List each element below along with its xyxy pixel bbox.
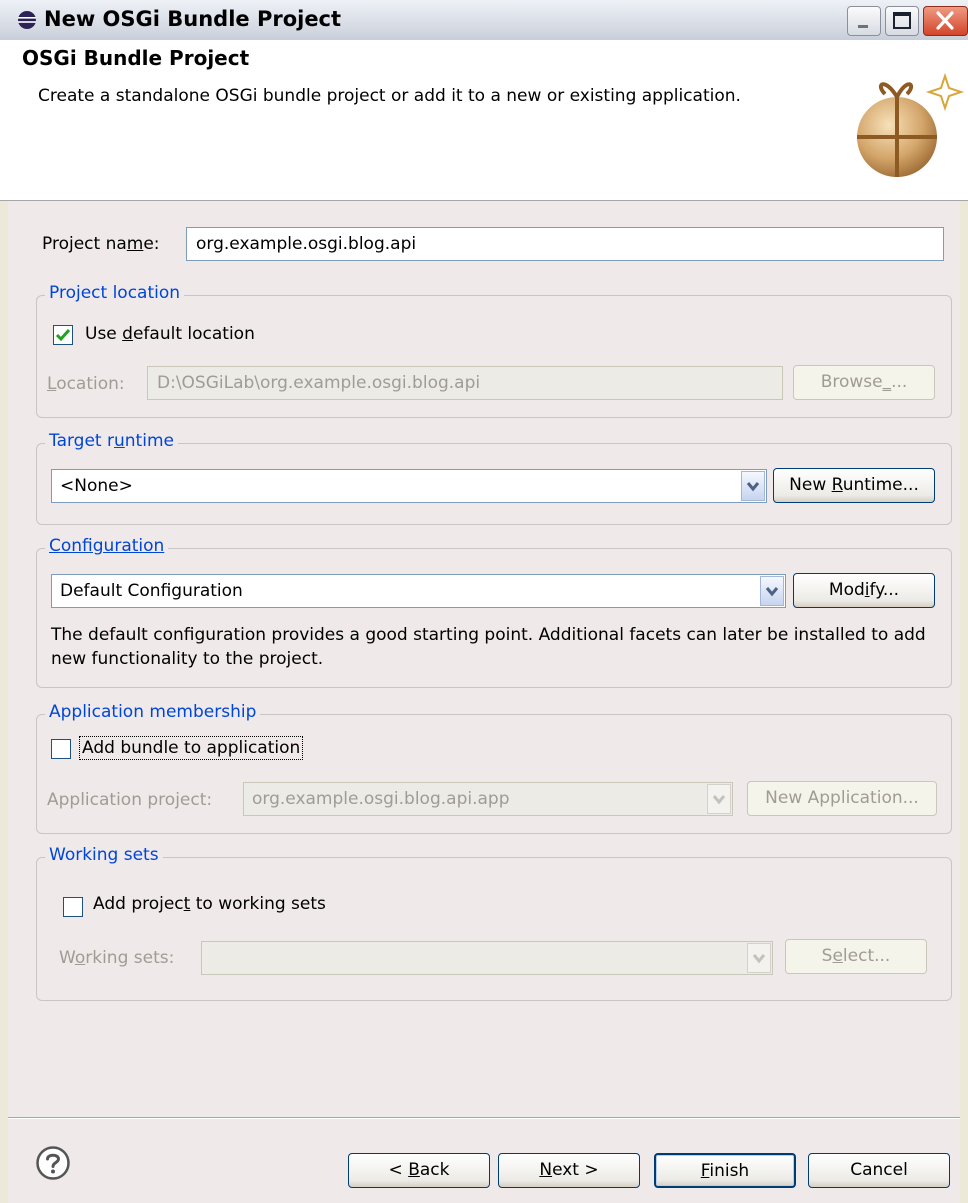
configuration-legend[interactable]: Configuration (45, 536, 169, 556)
maximize-icon (893, 12, 911, 29)
application-membership-group: Application membership Add bundle to app… (36, 702, 952, 834)
use-default-location-label[interactable]: Use default location (85, 324, 255, 344)
window-title: New OSGi Bundle Project (44, 7, 342, 31)
checkmark-icon (55, 329, 71, 342)
dropdown-arrow[interactable] (741, 471, 765, 501)
cancel-button[interactable]: Cancel (808, 1153, 950, 1188)
location-label: Location: (47, 374, 125, 394)
maximize-button[interactable] (885, 6, 919, 36)
browse-button[interactable]: Browse_... (793, 365, 935, 400)
add-bundle-checkbox[interactable] (51, 739, 71, 759)
chevron-down-icon (752, 954, 766, 964)
add-to-working-sets-checkbox[interactable] (63, 897, 83, 917)
minimize-icon (858, 25, 868, 28)
configuration-value: Default Configuration (60, 581, 243, 601)
add-to-working-sets-label[interactable]: Add project to working sets (93, 894, 326, 914)
configuration-group: Configuration Default Configuration Modi… (36, 536, 952, 688)
add-bundle-label[interactable]: Add bundle to application (79, 736, 304, 760)
working-sets-dropdown[interactable] (201, 941, 773, 975)
project-location-legend: Project location (45, 283, 185, 303)
dropdown-arrow[interactable] (760, 576, 784, 606)
help-icon[interactable] (35, 1145, 71, 1181)
application-project-label: Application project: (47, 790, 213, 810)
working-sets-group: Working sets Add project to working sets… (36, 845, 952, 1001)
minimize-button[interactable] (847, 6, 881, 36)
project-name-label: Project name: (42, 234, 160, 254)
page-title: OSGi Bundle Project (22, 46, 250, 70)
bundle-banner-icon (857, 72, 965, 177)
modify-button[interactable]: Modify... (793, 573, 935, 608)
application-project-value: org.example.osgi.blog.api.app (252, 789, 510, 809)
dropdown-arrow[interactable] (707, 784, 731, 814)
working-sets-legend: Working sets (45, 845, 163, 865)
target-runtime-legend: Target runtime (45, 431, 178, 451)
chevron-down-icon (765, 587, 779, 597)
target-runtime-dropdown[interactable]: <None> (51, 469, 767, 503)
back-button[interactable]: < Back (348, 1153, 490, 1188)
title-bar[interactable]: New OSGi Bundle Project (0, 0, 968, 41)
target-runtime-group: Target runtime <None> New Runtime... (36, 431, 952, 525)
select-button[interactable]: Select... (785, 939, 927, 974)
project-location-group: Project location Use default location Lo… (36, 283, 952, 418)
finish-button[interactable]: Finish (654, 1153, 796, 1188)
project-name-field[interactable]: org.example.osgi.blog.api (186, 227, 944, 261)
close-button[interactable] (923, 6, 968, 36)
page-description: Create a standalone OSGi bundle project … (38, 86, 741, 106)
working-sets-label: Working sets: (59, 948, 175, 968)
footer-separator (8, 1117, 960, 1119)
target-runtime-value: <None> (60, 476, 133, 496)
configuration-description: The default configuration provides a goo… (51, 625, 926, 669)
location-field[interactable]: D:\OSGiLab\org.example.osgi.blog.api (147, 366, 783, 400)
chevron-down-icon (712, 795, 726, 805)
new-runtime-button[interactable]: New Runtime... (773, 468, 935, 503)
new-application-button[interactable]: New Application... (747, 781, 937, 816)
next-button[interactable]: Next > (498, 1153, 640, 1188)
use-default-location-checkbox[interactable] (53, 325, 73, 345)
close-icon (936, 11, 954, 30)
wizard-body: Project name: org.example.osgi.blog.api … (8, 201, 960, 1203)
wizard-header: OSGi Bundle Project Create a standalone … (0, 40, 968, 201)
chevron-down-icon (746, 482, 760, 492)
application-project-dropdown[interactable]: org.example.osgi.blog.api.app (243, 782, 733, 816)
configuration-dropdown[interactable]: Default Configuration (51, 574, 786, 608)
application-membership-legend: Application membership (45, 702, 261, 722)
dropdown-arrow[interactable] (747, 943, 771, 973)
eclipse-icon (18, 11, 36, 29)
